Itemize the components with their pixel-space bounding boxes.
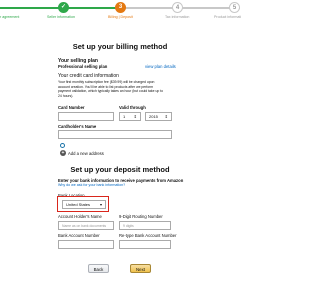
valid-through-label: Valid through [119,105,146,110]
add-address-icon[interactable]: + [60,150,66,156]
year-value: 2015 [149,114,158,119]
card-number-input[interactable] [58,112,114,121]
step-5-dot: 5 [229,2,240,13]
bank-account-label: Bank Account Number [58,233,100,238]
highlight-annotation [57,196,109,212]
why-bank-info-link[interactable]: Why do we ask for your bank information? [58,183,125,187]
cardholder-input[interactable] [58,130,172,139]
deposit-title: Set up your deposit method [70,165,170,174]
step-2-check-icon: ✓ [58,2,69,13]
step-4-label: Tax information [165,15,190,19]
view-plan-details-link[interactable]: view plan details [145,64,176,69]
step-1-label: r agreement [0,15,20,19]
account-holder-input[interactable]: Name as on bank documents [58,221,114,230]
year-select[interactable]: 2015 ⇕ [145,112,172,121]
card-info-line-1: Your first monthly subscription fee ($39… [58,80,155,84]
existing-address-radio[interactable] [60,143,65,148]
step-2-label: Seller information [47,15,75,19]
account-holder-placeholder: Name as on bank documents [62,224,107,228]
step-5-label: Product informati [214,15,242,19]
month-select[interactable]: 1 ⇕ [119,112,141,121]
card-info-text: Your first monthly subscription fee ($39… [58,80,163,98]
routing-label: 9-Digit Routing Number [119,214,163,219]
routing-input[interactable]: 9 digits [119,221,171,230]
card-number-label: Card Number [58,105,85,110]
plan-value: Professional selling plan [58,64,108,69]
step-3-label: Billing | Deposit [108,15,133,19]
routing-placeholder: 9 digits [123,224,134,228]
cardholder-label: Cardholder's Name [58,124,97,129]
account-holder-label: Account Holder's Name [58,214,102,219]
reenter-account-label: Re-type Bank Account Number [119,233,177,238]
card-info-line-3: payment validation, which typically take… [58,89,163,94]
next-button[interactable]: Next [130,264,151,273]
billing-title: Set up your billing method [72,42,168,51]
bank-account-input[interactable] [58,240,114,249]
month-value: 1 [123,114,126,119]
add-address-label[interactable]: Add a new address [68,151,104,156]
card-info-label: Your credit card information [58,73,119,79]
back-button[interactable]: Back [88,264,109,273]
card-info-line-4: 24 hours). [58,93,74,98]
reenter-account-input[interactable] [119,240,171,249]
step-4-dot: 4 [172,2,183,13]
chevron-down-icon: ⇕ [164,114,168,119]
step-3-dot: 3 [115,2,126,13]
chevron-down-icon: ⇕ [133,114,137,119]
